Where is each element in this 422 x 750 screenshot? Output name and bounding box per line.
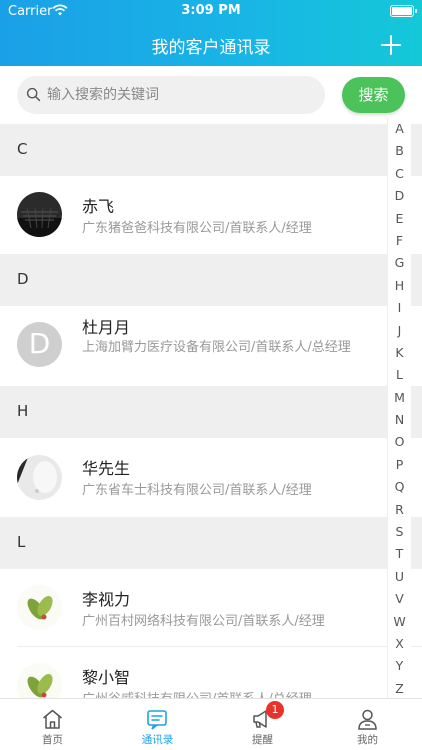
index-letter[interactable]: N bbox=[388, 409, 411, 431]
tab-label: 我的 bbox=[357, 734, 378, 746]
contact-row[interactable]: D 杜月月 上海加臂力医疗设备有限公司/首联系人/总经理 bbox=[0, 306, 422, 386]
contact-name: 华先生 bbox=[82, 459, 131, 478]
contact-name: 杜月月 bbox=[82, 318, 131, 337]
section-letter: L bbox=[17, 533, 26, 551]
avatar bbox=[17, 585, 62, 630]
battery-icon bbox=[390, 5, 417, 17]
index-letter[interactable]: R bbox=[388, 499, 411, 521]
plus-icon[interactable] bbox=[378, 32, 404, 58]
contact-name: 黎小智 bbox=[82, 668, 131, 687]
contacts-icon bbox=[147, 710, 167, 730]
tab-label: 通讯录 bbox=[141, 734, 174, 746]
tab-bar: 首页 通讯录 1 提醒 我的 bbox=[0, 698, 422, 750]
tab-home[interactable]: 首页 bbox=[0, 699, 105, 750]
avatar-letter: D bbox=[28, 327, 51, 360]
avatar bbox=[17, 663, 62, 698]
tab-mine[interactable]: 我的 bbox=[315, 699, 420, 750]
index-letter[interactable]: G bbox=[388, 252, 411, 274]
search-box[interactable] bbox=[17, 76, 325, 114]
index-letter[interactable]: I bbox=[388, 297, 411, 319]
contact-row[interactable]: 华先生 广东省车士科技有限公司/首联系人/经理 bbox=[0, 438, 422, 517]
notification-badge: 1 bbox=[266, 701, 284, 719]
status-bar: Carrier 3:09 PM bbox=[0, 0, 422, 22]
search-input[interactable] bbox=[47, 76, 317, 114]
index-letter[interactable]: T bbox=[388, 543, 411, 565]
index-letter[interactable]: L bbox=[388, 364, 411, 386]
index-letter[interactable]: A bbox=[388, 118, 411, 140]
index-letter[interactable]: O bbox=[388, 431, 411, 453]
search-button[interactable]: 搜索 bbox=[342, 77, 405, 113]
contact-subtitle: 广东省车士科技有限公司/首联系人/经理 bbox=[82, 483, 312, 498]
index-letter[interactable]: B bbox=[388, 140, 411, 162]
tab-label: 首页 bbox=[42, 734, 63, 746]
index-letter[interactable]: K bbox=[388, 342, 411, 364]
index-letter[interactable]: X bbox=[388, 633, 411, 655]
section-letter: H bbox=[17, 402, 29, 420]
section-header-h: H bbox=[0, 386, 422, 438]
index-letter[interactable]: C bbox=[388, 163, 411, 185]
contact-name: 赤飞 bbox=[82, 197, 115, 216]
contact-row[interactable]: 李视力 广州百村网络科技有限公司/首联系人/经理 bbox=[0, 569, 422, 647]
avatar: D bbox=[17, 322, 62, 367]
user-icon bbox=[358, 709, 377, 730]
search-bar: 搜索 bbox=[0, 66, 422, 124]
index-letter[interactable]: U bbox=[388, 566, 411, 588]
section-header-d: D bbox=[0, 254, 422, 306]
index-letter[interactable]: Q bbox=[388, 476, 411, 498]
tab-label: 提醒 bbox=[252, 734, 273, 746]
tab-reminders[interactable]: 1 提醒 bbox=[210, 699, 315, 750]
app-header: Carrier 3:09 PM 我的客户通讯录 bbox=[0, 0, 422, 66]
page-title: 我的客户通讯录 bbox=[151, 38, 271, 58]
contact-subtitle: 广东猪爸爸科技有限公司/首联系人/经理 bbox=[82, 221, 312, 236]
index-letter[interactable]: P bbox=[388, 454, 411, 476]
index-letter[interactable]: E bbox=[388, 208, 411, 230]
alphabet-index[interactable]: ABCDEFGHIJKLMNOPQRSTUVWXYZ bbox=[387, 118, 411, 698]
index-letter[interactable]: W bbox=[388, 611, 411, 633]
index-letter[interactable]: Y bbox=[388, 655, 411, 677]
contact-row[interactable]: 黎小智 广州谷威科技有限公司/首联系人/总经理 bbox=[0, 647, 422, 698]
avatar bbox=[17, 192, 62, 237]
contact-name: 李视力 bbox=[82, 590, 131, 609]
contact-subtitle: 广州谷威科技有限公司/首联系人/总经理 bbox=[82, 688, 378, 698]
index-letter[interactable]: J bbox=[388, 320, 411, 342]
contact-subtitle: 上海加臂力医疗设备有限公司/首联系人/总经理 bbox=[82, 340, 351, 355]
avatar bbox=[17, 455, 62, 500]
home-icon bbox=[43, 709, 62, 729]
section-header-c: C bbox=[0, 124, 422, 176]
index-letter[interactable]: V bbox=[388, 588, 411, 610]
search-icon bbox=[26, 87, 41, 102]
contact-subtitle: 广州百村网络科技有限公司/首联系人/经理 bbox=[82, 614, 325, 629]
contact-list[interactable]: C 赤飞 广东猪爸爸科技有限公司/首联系人/经理 D D 杜月月 上海加臂力医疗… bbox=[0, 124, 422, 698]
section-header-l: L bbox=[0, 517, 422, 569]
index-letter[interactable]: D bbox=[388, 185, 411, 207]
index-letter[interactable]: S bbox=[388, 521, 411, 543]
index-letter[interactable]: M bbox=[388, 387, 411, 409]
index-letter[interactable]: H bbox=[388, 275, 411, 297]
section-letter: D bbox=[17, 270, 29, 288]
status-time: 3:09 PM bbox=[181, 3, 241, 18]
tab-contacts[interactable]: 通讯录 bbox=[105, 699, 210, 750]
contact-row[interactable]: 赤飞 广东猪爸爸科技有限公司/首联系人/经理 bbox=[0, 176, 422, 254]
index-letter[interactable]: Z bbox=[388, 678, 411, 700]
section-letter: C bbox=[17, 140, 28, 158]
index-letter[interactable]: F bbox=[388, 230, 411, 252]
